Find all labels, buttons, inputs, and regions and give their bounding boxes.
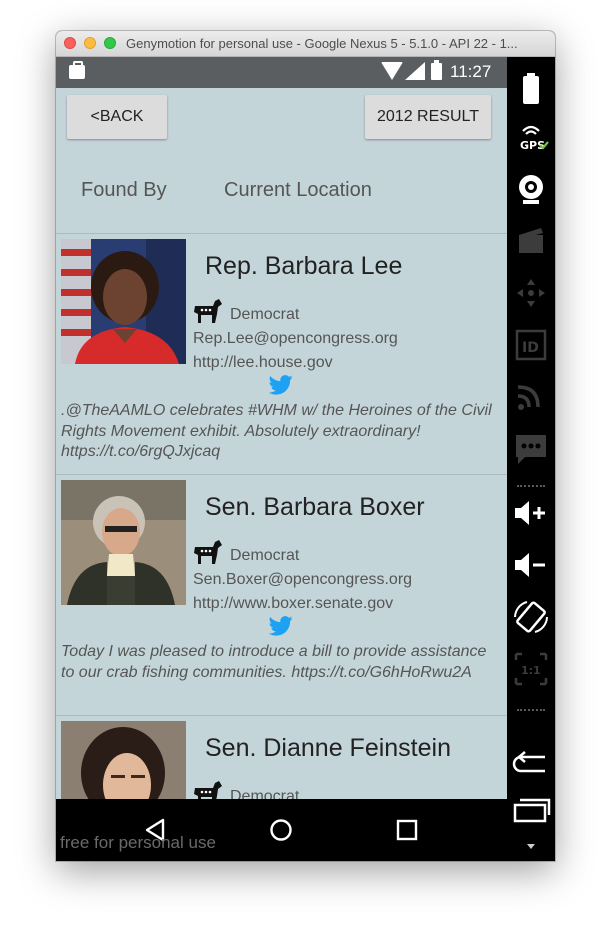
- nav-recents-icon[interactable]: [396, 819, 418, 841]
- recent-apps-icon[interactable]: [507, 791, 555, 831]
- democrat-donkey-icon: [194, 299, 222, 323]
- status-time: 11:27: [450, 62, 492, 81]
- tweet-text: .@TheAAMLO celebrates #WHM w/ the Heroin…: [61, 402, 492, 460]
- minimize-window-button[interactable]: [84, 37, 96, 49]
- party-label: Democrat: [230, 306, 300, 323]
- close-window-button[interactable]: [64, 37, 76, 49]
- dpad-icon[interactable]: [507, 273, 555, 313]
- window-title: Genymotion for personal use - Google Nex…: [126, 36, 518, 51]
- current-location-label[interactable]: Current Location: [224, 179, 372, 202]
- email-link[interactable]: Sen.Boxer@opencongress.org: [193, 571, 412, 589]
- android-status-bar: 11:27: [56, 57, 507, 88]
- sidebar-divider: [517, 485, 545, 487]
- capture-icon[interactable]: [507, 221, 555, 261]
- id-icon[interactable]: ID: [507, 325, 555, 365]
- twitter-icon[interactable]: [269, 616, 293, 636]
- watermark-text: free for personal use: [60, 833, 216, 852]
- maximize-window-button[interactable]: [104, 37, 116, 49]
- back-button[interactable]: <BACK: [67, 95, 167, 139]
- website-link[interactable]: http://www.boxer.senate.gov: [193, 595, 393, 613]
- volume-up-icon[interactable]: [507, 493, 555, 533]
- politician-name: Sen. Barbara Boxer: [205, 493, 425, 521]
- battery-icon[interactable]: [507, 69, 555, 109]
- svg-text:1:1: 1:1: [521, 664, 541, 677]
- gps-icon[interactable]: GPS: [507, 117, 555, 157]
- volume-down-icon[interactable]: [507, 545, 555, 585]
- party-label: Democrat: [230, 547, 300, 564]
- title-bar: Genymotion for personal use - Google Nex…: [56, 31, 555, 57]
- svg-text:ID: ID: [522, 340, 539, 356]
- battery-status-icon: [431, 60, 442, 80]
- tweet-text: Today I was pleased to introduce a bill …: [61, 643, 487, 681]
- 2012-result-button[interactable]: 2012 RESULT: [365, 95, 491, 139]
- found-by-label[interactable]: Found By: [81, 179, 167, 202]
- genymotion-sidebar: GPS ID 1:1: [507, 57, 555, 861]
- politician-card[interactable]: Rep. Barbara Lee Democrat Rep.Lee@openco…: [56, 233, 507, 470]
- politician-photo: [61, 239, 186, 364]
- politician-card[interactable]: Sen. Barbara Boxer Democrat Sen.Boxer@op…: [56, 474, 507, 711]
- website-link[interactable]: http://lee.house.gov: [193, 354, 333, 372]
- democrat-donkey-icon: [194, 540, 222, 564]
- sidebar-divider: [517, 709, 545, 711]
- sms-icon[interactable]: [507, 429, 555, 469]
- twitter-icon[interactable]: [269, 375, 293, 395]
- politician-name: Sen. Dianne Feinstein: [205, 734, 451, 762]
- signal-icon: [405, 62, 425, 80]
- pixel-perfect-icon[interactable]: 1:1: [507, 649, 555, 689]
- wifi-icon: [381, 62, 403, 80]
- rss-icon[interactable]: [507, 377, 555, 417]
- shopping-bag-icon: [69, 61, 85, 79]
- email-link[interactable]: Rep.Lee@opencongress.org: [193, 330, 398, 348]
- scroll-down-icon[interactable]: [526, 843, 536, 851]
- rotate-icon[interactable]: [507, 597, 555, 637]
- politician-photo: [61, 480, 186, 605]
- device-screen: 11:27 <BACK 2012 RESULT Found By Current…: [56, 57, 507, 861]
- webcam-icon[interactable]: [507, 169, 555, 209]
- emulator-window: Genymotion for personal use - Google Nex…: [56, 31, 555, 861]
- back-icon[interactable]: [507, 743, 555, 783]
- politician-name: Rep. Barbara Lee: [205, 252, 403, 280]
- nav-home-icon[interactable]: [269, 818, 293, 842]
